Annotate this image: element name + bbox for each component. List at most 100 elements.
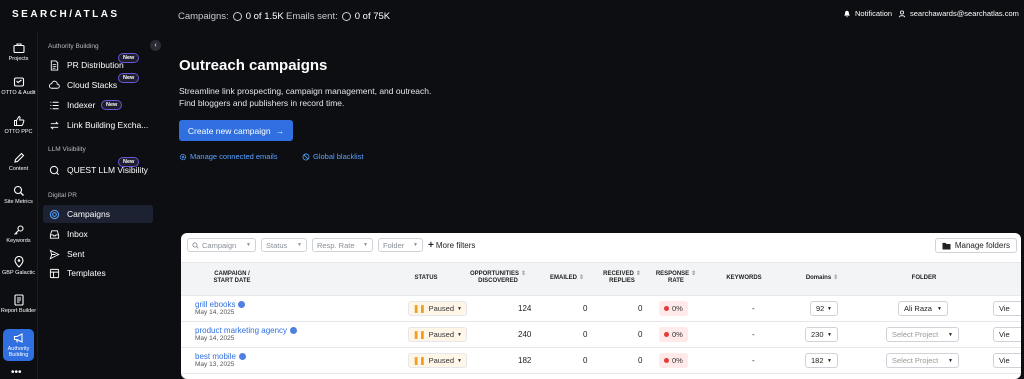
folder-filter[interactable]: Folder ▼ bbox=[378, 238, 423, 252]
user-menu[interactable]: searchawards@searchatlas.com ▼ bbox=[898, 9, 1024, 18]
emails-quota-label: Emails sent: bbox=[286, 11, 338, 22]
column-header-response-rate[interactable]: RESPONSE ⇕ RATE bbox=[651, 271, 701, 285]
chevron-down-icon: ▼ bbox=[827, 305, 832, 312]
column-header-folder[interactable]: FOLDER bbox=[899, 275, 949, 282]
pause-icon: ❚❚ bbox=[413, 304, 426, 313]
sidebar-item-label: Templates bbox=[67, 268, 106, 278]
rail-item-otto-ppc[interactable]: OTTO PPC bbox=[0, 115, 37, 135]
resp-rate-filter[interactable]: Resp. Rate ▼ bbox=[312, 238, 373, 252]
view-button[interactable]: Vie bbox=[993, 301, 1021, 316]
rail-item-content[interactable]: Content bbox=[0, 152, 37, 172]
folder-placeholder: Select Project bbox=[892, 356, 939, 365]
rail-item-label: GBP Galactic bbox=[2, 270, 35, 276]
table-row: grill ebooks May 14, 2025 ❚❚ Paused ▼ 12… bbox=[181, 296, 1021, 322]
block-icon bbox=[302, 153, 310, 160]
sidebar-item-indexer[interactable]: Indexer bbox=[43, 96, 153, 114]
folder-icon bbox=[942, 242, 951, 250]
status-dropdown[interactable]: ❚❚ Paused ▼ bbox=[408, 353, 467, 368]
rail-item-site-metrics[interactable]: Site Metrics bbox=[0, 185, 37, 205]
status-filter[interactable]: Status ▼ bbox=[261, 238, 307, 252]
chevron-down-icon: ▼ bbox=[413, 242, 418, 248]
campaign-search-input[interactable]: Campaign ▼ bbox=[187, 238, 256, 252]
status-dropdown[interactable]: ❚❚ Paused ▼ bbox=[408, 327, 467, 342]
verified-icon bbox=[290, 327, 298, 335]
list-icon bbox=[50, 101, 59, 109]
rail-item-authority-building[interactable]: Authority Building bbox=[3, 329, 34, 361]
header-text: START DATE bbox=[213, 278, 251, 284]
rail-item-gbp-galactic[interactable]: GBP Galactic bbox=[0, 256, 37, 276]
report-icon bbox=[13, 294, 24, 306]
column-header-keywords[interactable]: KEYWORDS bbox=[719, 275, 769, 282]
sidebar-item-label: PR Distribution bbox=[67, 60, 124, 70]
replies-value: 0 bbox=[638, 304, 643, 313]
description-line: Streamline link prospecting, campaign ma… bbox=[179, 86, 432, 96]
header-text: REPLIES bbox=[609, 278, 635, 284]
sidebar-item-label: Campaigns bbox=[67, 209, 110, 219]
sidebar-section-authority-building: Authority Building bbox=[48, 43, 99, 50]
top-bar: SEARCH/ATLAS Campaigns: 0 of 1.5K Emails… bbox=[0, 0, 1024, 32]
app-rail: Projects OTTO & Audit OTTO PPC Content S… bbox=[0, 32, 37, 379]
campaign-name-link[interactable]: product marketing agency bbox=[195, 326, 287, 335]
rail-item-keywords[interactable]: Keywords bbox=[0, 224, 37, 244]
more-apps-button[interactable]: ••• bbox=[11, 367, 22, 378]
progress-ring-icon bbox=[232, 12, 242, 21]
header-text: Domains bbox=[805, 275, 832, 281]
column-header-domains[interactable]: Domains ⇕ bbox=[797, 275, 847, 282]
manage-connected-emails-link[interactable]: Manage connected emails bbox=[179, 152, 278, 161]
domains-dropdown[interactable]: 92 ▼ bbox=[810, 301, 838, 316]
document-icon bbox=[50, 59, 59, 71]
header-text: RESPONSE bbox=[655, 271, 690, 277]
key-icon bbox=[13, 225, 24, 235]
domains-dropdown[interactable]: 230 ▼ bbox=[805, 327, 838, 342]
response-rate-badge: 0% bbox=[659, 353, 688, 368]
manage-folders-label: Manage folders bbox=[954, 241, 1010, 250]
sort-icon: ⇕ bbox=[833, 275, 839, 281]
sidebar-item-label: Link Building Excha... bbox=[67, 120, 149, 130]
campaign-name-link[interactable]: grill ebooks bbox=[195, 300, 235, 309]
rail-item-otto-audit[interactable]: OTTO & Audit bbox=[0, 76, 37, 96]
verified-icon bbox=[238, 353, 246, 361]
search-atlas-logo[interactable]: SEARCH/ATLAS bbox=[12, 9, 120, 20]
folder-dropdown[interactable]: Ali Raza ▼ bbox=[898, 301, 948, 316]
folder-dropdown[interactable]: Select Project ▼ bbox=[886, 327, 959, 342]
campaign-name-link[interactable]: best mobile bbox=[195, 352, 236, 361]
view-button[interactable]: Vie bbox=[993, 327, 1021, 342]
more-filters-button[interactable]: + More filters bbox=[428, 240, 475, 251]
folder-placeholder: Select Project bbox=[892, 330, 939, 339]
sidebar-item-sent[interactable]: Sent bbox=[43, 245, 153, 263]
rail-item-label: Report Builder bbox=[0, 308, 37, 314]
sidebar-item-inbox[interactable]: Inbox bbox=[43, 225, 153, 243]
column-header-opportunities[interactable]: OPPORTUNITIES ⇕ DISCOVERED bbox=[462, 271, 534, 285]
domains-dropdown[interactable]: 182 ▼ bbox=[805, 353, 838, 368]
description-line: Find bloggers and publishers in record t… bbox=[179, 98, 345, 108]
sidebar-item-templates[interactable]: Templates bbox=[43, 264, 153, 282]
notification-button[interactable]: Notification bbox=[843, 9, 892, 18]
global-blacklist-link[interactable]: Global blacklist bbox=[302, 152, 363, 161]
column-header-status[interactable]: STATUS bbox=[406, 275, 446, 282]
opportunities-value: 124 bbox=[518, 304, 532, 313]
rail-item-projects[interactable]: Projects bbox=[0, 42, 37, 62]
main-content: Outreach campaigns Streamline link prosp… bbox=[157, 32, 1024, 379]
view-button[interactable]: Vie bbox=[993, 353, 1021, 368]
sidebar-item-campaigns[interactable]: Campaigns bbox=[43, 205, 153, 223]
column-header-emailed[interactable]: EMAILED ⇕ bbox=[544, 275, 590, 282]
status-dropdown[interactable]: ❚❚ Paused ▼ bbox=[408, 301, 467, 316]
column-header-campaign[interactable]: CAMPAIGN / START DATE bbox=[197, 271, 267, 285]
manage-folders-button[interactable]: Manage folders bbox=[934, 238, 1017, 253]
campaigns-panel: Campaign ▼ Status ▼ Resp. Rate ▼ Folder … bbox=[181, 233, 1021, 379]
collapse-sidebar-button[interactable]: ‹ bbox=[150, 40, 161, 51]
status-dot-icon bbox=[664, 358, 669, 363]
pen-icon bbox=[13, 152, 24, 163]
replies-value: 0 bbox=[638, 356, 643, 365]
target-icon bbox=[49, 209, 60, 219]
column-header-received-replies[interactable]: RECEIVED ⇕ REPLIES bbox=[597, 271, 647, 285]
status-value: Paused bbox=[428, 330, 455, 339]
folder-dropdown[interactable]: Select Project ▼ bbox=[886, 353, 959, 368]
sidebar-item-label: Sent bbox=[67, 249, 85, 259]
create-campaign-button[interactable]: Create new campaign → bbox=[179, 120, 293, 141]
header-text: DISCOVERED bbox=[478, 278, 518, 284]
sidebar-item-link-building-exchange[interactable]: Link Building Excha... bbox=[43, 116, 153, 134]
template-icon bbox=[49, 268, 60, 278]
rail-item-report-builder[interactable]: Report Builder bbox=[0, 294, 37, 314]
emailed-value: 0 bbox=[583, 330, 588, 339]
